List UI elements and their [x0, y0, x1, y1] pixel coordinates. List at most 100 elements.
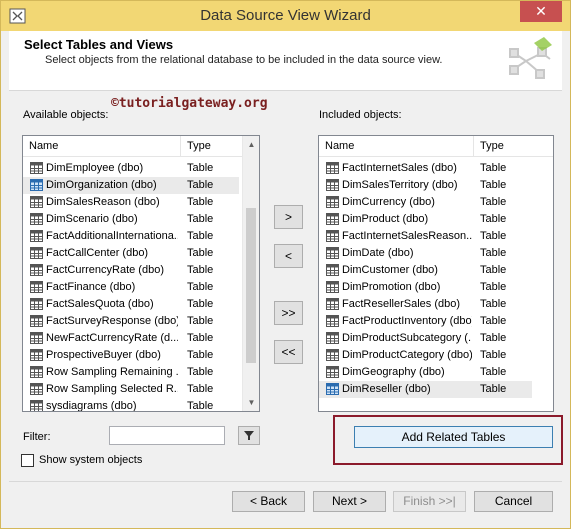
item-type: Table: [187, 196, 214, 208]
list-item[interactable]: ProspectiveBuyer (dbo) Table: [23, 347, 259, 364]
column-header-type[interactable]: Type: [187, 140, 211, 152]
next-button[interactable]: Next >: [313, 491, 386, 512]
table-icon: [30, 298, 43, 310]
scroll-down-icon[interactable]: ▼: [243, 394, 259, 411]
list-item[interactable]: FactInternetSales (dbo) Table: [319, 160, 553, 177]
item-name: Row Sampling Remaining ...: [46, 366, 178, 378]
item-type: Table: [187, 179, 214, 191]
filter-button[interactable]: [238, 426, 260, 445]
filter-funnel-icon: [244, 431, 254, 440]
remove-all-button[interactable]: <<: [274, 340, 303, 364]
scroll-up-icon[interactable]: ▲: [243, 136, 259, 153]
table-icon-selected: [326, 383, 339, 395]
available-rows: DimEmployee (dbo) Table DimOrganization (d…: [23, 160, 259, 412]
list-item[interactable]: FactFinance (dbo) Table: [23, 279, 259, 296]
item-type: Table: [480, 383, 507, 395]
item-type: Table: [480, 196, 507, 208]
column-separator[interactable]: [473, 136, 474, 157]
list-item[interactable]: DimReseller (dbo) Table: [319, 381, 532, 398]
item-name: FactSalesQuota (dbo): [46, 298, 154, 310]
item-name: DimScenario (dbo): [46, 213, 138, 225]
item-type: Table: [187, 281, 214, 293]
item-type: Table: [480, 179, 507, 191]
window-title: Data Source View Wizard: [200, 7, 371, 24]
list-item[interactable]: DimProduct (dbo) Table: [319, 211, 553, 228]
back-button[interactable]: < Back: [232, 491, 305, 512]
finish-button[interactable]: Finish >>|: [393, 491, 466, 512]
available-objects-list[interactable]: Name Type DimEmployee (dbo) Table DimOrgan…: [22, 135, 260, 412]
item-name: DimGeography (dbo): [342, 366, 445, 378]
item-name: DimCustomer (dbo): [342, 264, 438, 276]
item-type: Table: [187, 213, 214, 225]
item-name: FactCurrencyRate (dbo): [46, 264, 164, 276]
table-icon: [326, 162, 339, 174]
item-type: Table: [480, 298, 507, 310]
table-icon: [30, 281, 43, 293]
scroll-thumb[interactable]: [246, 208, 256, 363]
item-type: Table: [187, 400, 214, 412]
close-button[interactable]: ✕: [520, 1, 562, 22]
table-icon: [30, 366, 43, 378]
list-item[interactable]: DimDate (dbo) Table: [319, 245, 553, 262]
list-item[interactable]: DimGeography (dbo) Table: [319, 364, 553, 381]
list-item[interactable]: FactSalesQuota (dbo) Table: [23, 296, 259, 313]
table-icon: [30, 315, 43, 327]
item-name: DimPromotion (dbo): [342, 281, 441, 293]
list-item[interactable]: sysdiagrams (dbo) Table: [23, 398, 259, 412]
wizard-window: Data Source View Wizard ✕ Select Tables …: [0, 0, 571, 529]
list-item[interactable]: FactCallCenter (dbo) Table: [23, 245, 259, 262]
included-objects-list[interactable]: Name Type FactInternetSales (dbo) Table Di…: [318, 135, 554, 412]
list-item[interactable]: DimCustomer (dbo) Table: [319, 262, 553, 279]
list-item[interactable]: FactAdditionalInternationa... Table: [23, 228, 259, 245]
column-header-name[interactable]: Name: [325, 140, 354, 152]
page-subtitle: Select objects from the relational datab…: [45, 54, 443, 66]
list-item[interactable]: DimOrganization (dbo) Table: [23, 177, 239, 194]
table-icon: [326, 247, 339, 259]
show-system-objects-checkbox[interactable]: [21, 454, 34, 467]
item-type: Table: [480, 315, 507, 327]
available-scrollbar[interactable]: ▲ ▼: [242, 136, 259, 411]
column-header-name[interactable]: Name: [29, 140, 58, 152]
list-item[interactable]: FactInternetSalesReason... Table: [319, 228, 553, 245]
filter-input[interactable]: [109, 426, 225, 445]
item-type: Table: [480, 162, 507, 174]
list-item[interactable]: NewFactCurrencyRate (d... Table: [23, 330, 259, 347]
item-type: Table: [480, 281, 507, 293]
wizard-graphic-icon: [509, 37, 552, 79]
column-separator[interactable]: [180, 136, 181, 157]
add-all-button[interactable]: >>: [274, 301, 303, 325]
list-item[interactable]: Row Sampling Selected R... Table: [23, 381, 259, 398]
item-type: Table: [187, 349, 214, 361]
item-type: Table: [187, 162, 214, 174]
list-item[interactable]: Row Sampling Remaining ... Table: [23, 364, 259, 381]
item-type: Table: [480, 366, 507, 378]
wizard-header: Select Tables and Views Select objects f…: [9, 31, 562, 91]
table-icon: [30, 264, 43, 276]
add-button[interactable]: >: [274, 205, 303, 229]
item-type: Table: [480, 349, 507, 361]
list-item[interactable]: DimProductCategory (dbo) Table: [319, 347, 553, 364]
item-name: Row Sampling Selected R...: [46, 383, 178, 395]
list-item[interactable]: DimSalesReason (dbo) Table: [23, 194, 259, 211]
add-related-tables-button[interactable]: Add Related Tables: [354, 426, 553, 448]
table-icon: [30, 383, 43, 395]
list-item[interactable]: DimScenario (dbo) Table: [23, 211, 259, 228]
item-name: FactCallCenter (dbo): [46, 247, 149, 259]
list-item[interactable]: FactProductInventory (dbo) Table: [319, 313, 553, 330]
list-item[interactable]: DimEmployee (dbo) Table: [23, 160, 259, 177]
list-item[interactable]: DimPromotion (dbo) Table: [319, 279, 553, 296]
list-item[interactable]: DimProductSubcategory (... Table: [319, 330, 553, 347]
list-item[interactable]: FactSurveyResponse (dbo) Table: [23, 313, 259, 330]
item-name: FactInternetSalesReason...: [342, 230, 472, 242]
item-type: Table: [187, 332, 214, 344]
list-item[interactable]: FactResellerSales (dbo) Table: [319, 296, 553, 313]
list-item[interactable]: DimSalesTerritory (dbo) Table: [319, 177, 553, 194]
list-item[interactable]: FactCurrencyRate (dbo) Table: [23, 262, 259, 279]
item-type: Table: [187, 264, 214, 276]
item-type: Table: [187, 298, 214, 310]
remove-button[interactable]: <: [274, 244, 303, 268]
cancel-button[interactable]: Cancel: [474, 491, 553, 512]
list-item[interactable]: DimCurrency (dbo) Table: [319, 194, 553, 211]
column-header-type[interactable]: Type: [480, 140, 504, 152]
item-type: Table: [480, 264, 507, 276]
